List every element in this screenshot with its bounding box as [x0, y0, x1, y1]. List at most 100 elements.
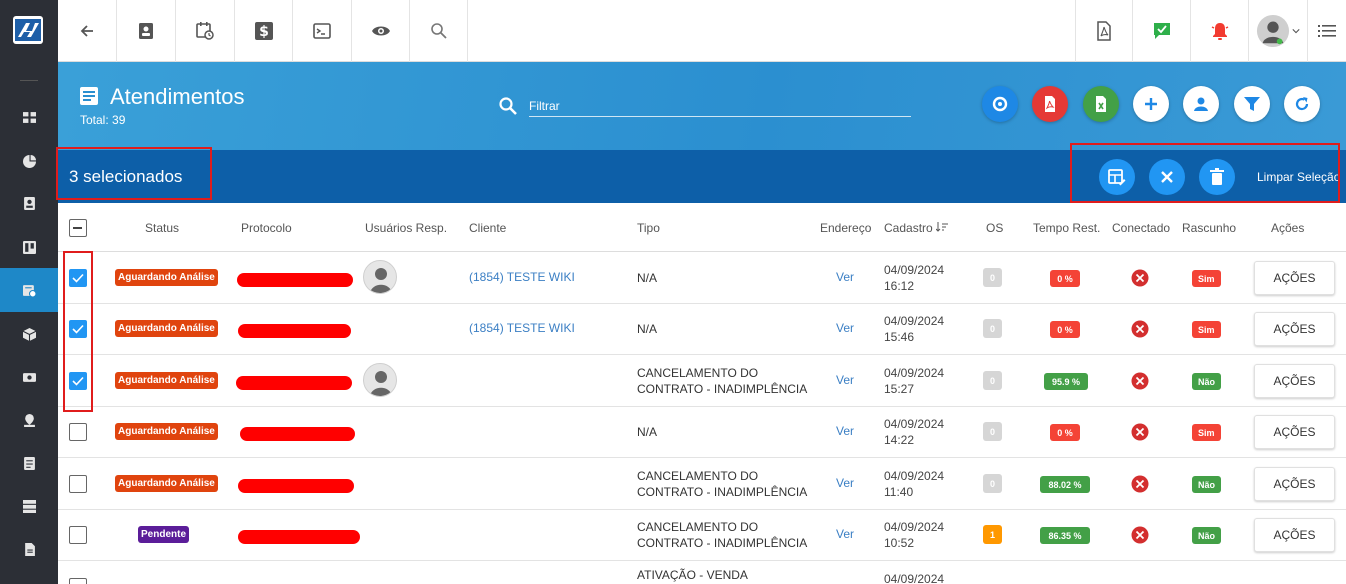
sidebar-item-contacts[interactable] [0, 181, 58, 225]
plus-icon [1145, 98, 1157, 110]
refresh-button[interactable] [1284, 86, 1320, 122]
sidebar-item-documents[interactable] [0, 441, 58, 485]
acoes-button[interactable]: AÇÕES [1254, 518, 1335, 552]
export-excel-button[interactable] [1083, 86, 1119, 122]
column-header[interactable]: Protocolo [241, 221, 292, 235]
cadastro-time: 10:52 [884, 536, 915, 550]
back-button[interactable] [58, 0, 117, 62]
user-filter-button[interactable] [1183, 86, 1219, 122]
chat-button[interactable] [1133, 0, 1191, 62]
sidebar [0, 0, 58, 584]
disconnected-icon [1131, 423, 1149, 441]
tipo-cell: N/A [637, 270, 657, 286]
endereco-link[interactable]: Ver [836, 476, 854, 490]
column-header[interactable]: Cliente [469, 221, 506, 235]
column-header[interactable]: Conectado [1112, 221, 1170, 235]
tempo-restante-badge: 0 % [1050, 270, 1080, 287]
export-pdf-button[interactable] [1032, 86, 1068, 122]
column-header[interactable]: Tempo Rest. [1033, 221, 1100, 235]
sidebar-item-servers[interactable] [0, 484, 58, 528]
board-icon [22, 240, 36, 254]
user-silhouette-icon [370, 268, 392, 293]
row-checkbox[interactable] [69, 423, 87, 441]
table-row[interactable]: Aguardando Análise (1854) TESTE WIKI N/A Ve… [58, 252, 1346, 304]
column-header[interactable]: Tipo [637, 221, 660, 235]
endereco-link[interactable]: Ver [836, 270, 854, 284]
money-icon [22, 372, 36, 382]
tipo-line-1: CANCELAMENTO DO [637, 366, 759, 380]
acoes-button[interactable]: AÇÕES [1254, 312, 1335, 346]
menu-button[interactable] [1308, 0, 1346, 62]
tipo-line-1: N/A [637, 271, 658, 285]
svg-text:$: $ [259, 24, 269, 40]
page-header: Atendimentos Total: 39 [58, 62, 1346, 150]
cliente-link[interactable]: (1854) TESTE WIKI [469, 321, 575, 335]
table-row[interactable]: Aguardando Análise (1854) TESTE WIKI N/A Ve… [58, 303, 1346, 355]
os-badge: 0 [983, 474, 1002, 493]
table-row[interactable]: Aguardando Análise N/A Ver 04/09/2024 14:22 0… [58, 406, 1346, 458]
sidebar-item-board[interactable] [0, 225, 58, 269]
filter-input[interactable] [529, 95, 911, 117]
row-checkbox[interactable] [69, 475, 87, 493]
contact-card-icon [23, 196, 35, 210]
column-header[interactable]: Endereço [820, 221, 871, 235]
endereco-link[interactable]: Ver [836, 424, 854, 438]
tipo-line-1: CANCELAMENTO DO [637, 520, 759, 534]
column-header[interactable]: OS [986, 221, 1003, 235]
row-checkbox[interactable] [69, 578, 87, 584]
acoes-button[interactable]: AÇÕES [1254, 415, 1335, 449]
status-badge: Aguardando Análise [115, 372, 218, 389]
sync-button[interactable] [982, 86, 1018, 122]
tipo-cell: N/A [637, 321, 657, 337]
table-row[interactable]: Pendente CANCELAMENTO DO CONTRATO - INADIM… [58, 509, 1346, 561]
sidebar-item-map[interactable] [0, 398, 58, 442]
advanced-filter-button[interactable] [1234, 86, 1270, 122]
table-row[interactable]: Aguardando Análise CANCELAMENTO DO CONTRAT… [58, 355, 1346, 407]
status-badge: Aguardando Análise [115, 475, 218, 492]
column-header-sorted[interactable]: Cadastro [884, 221, 948, 235]
sidebar-item-files[interactable] [0, 527, 58, 571]
rascunho-badge: Não [1192, 527, 1222, 544]
view-button[interactable] [352, 0, 410, 62]
sidebar-item-products[interactable] [0, 312, 58, 356]
endereco-link[interactable]: Ver [836, 373, 854, 387]
column-header[interactable]: Ações [1271, 221, 1304, 235]
endereco-link[interactable]: Ver [836, 321, 854, 335]
schedule-button[interactable] [176, 0, 235, 62]
column-header[interactable]: Status [145, 221, 179, 235]
finance-button[interactable]: $ [235, 0, 293, 62]
notifications-button[interactable] [1191, 0, 1249, 62]
highlight-box-checkboxes [63, 251, 93, 412]
acoes-button[interactable]: AÇÕES [1254, 261, 1335, 295]
search-button[interactable] [410, 0, 468, 62]
tipo-cell: ATIVAÇÃO - VENDA [637, 567, 748, 583]
column-header[interactable]: Rascunho [1182, 221, 1236, 235]
table-row[interactable]: Aguardando Análise CANCELAMENTO DO CONTRAT… [58, 458, 1346, 510]
sidebar-item-finance[interactable] [0, 355, 58, 399]
sidebar-item-reports[interactable] [0, 139, 58, 183]
x-circle-icon [1131, 269, 1149, 287]
sidebar-item-atendimentos[interactable] [0, 268, 58, 312]
user-menu-button[interactable] [1249, 0, 1308, 62]
contacts-button[interactable] [117, 0, 176, 62]
acoes-button[interactable]: AÇÕES [1254, 467, 1335, 501]
select-all-checkbox[interactable] [69, 219, 87, 237]
acoes-button[interactable]: AÇÕES [1254, 364, 1335, 398]
x-circle-icon [1131, 526, 1149, 544]
sort-desc-icon [935, 222, 948, 232]
sidebar-item-dashboard[interactable] [0, 95, 58, 139]
document-list-icon [80, 87, 98, 105]
redacted-protocol [240, 427, 355, 441]
add-button[interactable] [1133, 86, 1169, 122]
endereco-link[interactable]: Ver [836, 527, 854, 541]
column-header[interactable]: Usuários Resp. [365, 221, 447, 235]
chevron-down-icon [1292, 29, 1300, 34]
app-logo[interactable] [13, 16, 43, 44]
row-checkbox[interactable] [69, 526, 87, 544]
terminal-button[interactable] [293, 0, 352, 62]
tipo-line-2: CONTRATO - INADIMPLÊNCIA [637, 485, 808, 499]
pdf-button[interactable] [1075, 0, 1133, 62]
avatar [363, 363, 397, 397]
cliente-link[interactable]: (1854) TESTE WIKI [469, 270, 575, 284]
table-row[interactable]: ATIVAÇÃO - VENDA 04/09/2024 [58, 561, 1346, 584]
